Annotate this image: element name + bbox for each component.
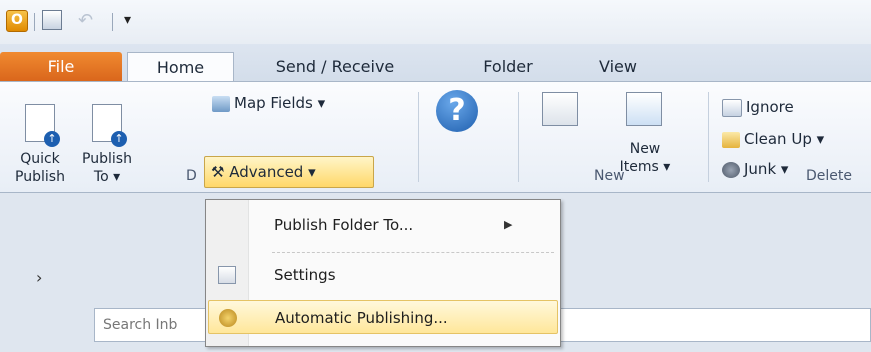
new-email-icon[interactable] <box>542 92 578 126</box>
tab-view[interactable]: View <box>588 52 648 82</box>
gears-icon <box>219 309 237 327</box>
tab-folder[interactable]: Folder <box>468 52 548 82</box>
tab-send-receive[interactable]: Send / Receive <box>250 52 420 82</box>
menu-item-publish-folder-to[interactable]: Publish Folder To... ▶ <box>208 208 558 242</box>
undo-icon[interactable]: ↶ <box>78 10 93 31</box>
publish-to-document-icon: ↑ <box>92 104 127 147</box>
junk-icon <box>722 161 740 178</box>
advanced-button[interactable]: ⚒ Advanced ▾ <box>204 156 374 188</box>
map-fields-icon <box>212 95 230 112</box>
quick-access-toolbar: O ↶ ▾ <box>0 0 871 44</box>
menu-item-settings[interactable]: Settings <box>208 258 558 292</box>
settings-icon <box>218 266 236 284</box>
ribbon-tab-bar: File Home Send / Receive Folder View <box>0 44 871 83</box>
tools-icon: ⚒ <box>211 163 225 181</box>
menu-item-label: Publish Folder To... <box>274 216 414 234</box>
ignore-icon <box>722 98 742 117</box>
ignore-button[interactable]: Ignore <box>722 94 794 120</box>
outlook-icon[interactable]: O <box>6 10 28 32</box>
help-icon[interactable]: ? <box>436 90 478 132</box>
junk-label: Junk ▾ <box>744 160 789 178</box>
customize-qat-dropdown-icon[interactable]: ▾ <box>124 12 131 28</box>
clean-up-button[interactable]: Clean Up ▾ <box>722 126 824 152</box>
publish-document-icon: ↑ <box>25 104 60 147</box>
new-items-label-line1: New <box>629 141 661 157</box>
ignore-label: Ignore <box>746 98 794 116</box>
ribbon-separator <box>418 92 419 182</box>
junk-button[interactable]: Junk ▾ <box>722 156 788 182</box>
quick-publish-label-line1: Quick <box>20 151 60 167</box>
group-label-new: New <box>594 168 625 184</box>
quick-publish-button[interactable]: ↑ Quick Publish <box>14 104 66 186</box>
group-label-d: D <box>186 168 197 184</box>
publish-to-button[interactable]: ↑ Publish To ▾ <box>72 104 142 186</box>
ribbon-separator-3 <box>708 92 709 182</box>
map-fields-label: Map Fields ▾ <box>234 94 326 112</box>
save-icon[interactable] <box>42 10 62 30</box>
publish-to-label-line2: To ▾ <box>93 169 121 185</box>
tab-file[interactable]: File <box>0 52 122 82</box>
menu-item-automatic-publishing[interactable]: Automatic Publishing... <box>208 300 558 334</box>
group-label-delete: Delete <box>806 168 852 184</box>
menu-item-label: Settings <box>274 266 336 284</box>
new-items-icon[interactable] <box>626 92 662 126</box>
publish-to-label-line1: Publish <box>82 151 132 167</box>
qat-separator <box>34 13 35 31</box>
clean-up-icon <box>722 131 740 148</box>
menu-separator <box>272 252 554 253</box>
advanced-dropdown-menu: Publish Folder To... ▶ Settings Automati… <box>205 199 561 347</box>
quick-publish-label-line2: Publish <box>15 169 65 185</box>
menu-item-label: Automatic Publishing... <box>275 309 448 327</box>
advanced-label: Advanced ▾ <box>229 163 316 181</box>
expand-navigation-icon[interactable]: › <box>36 268 42 287</box>
ribbon-separator-2 <box>518 92 519 182</box>
qat-separator-2 <box>112 13 113 31</box>
map-fields-button[interactable]: Map Fields ▾ <box>212 90 325 116</box>
clean-up-label: Clean Up ▾ <box>744 130 825 148</box>
tab-home[interactable]: Home <box>127 52 234 83</box>
submenu-arrow-icon: ▶ <box>504 218 513 231</box>
ribbon-home-panel: ↑ Quick Publish ↑ Publish To ▾ Map Field… <box>0 81 871 193</box>
